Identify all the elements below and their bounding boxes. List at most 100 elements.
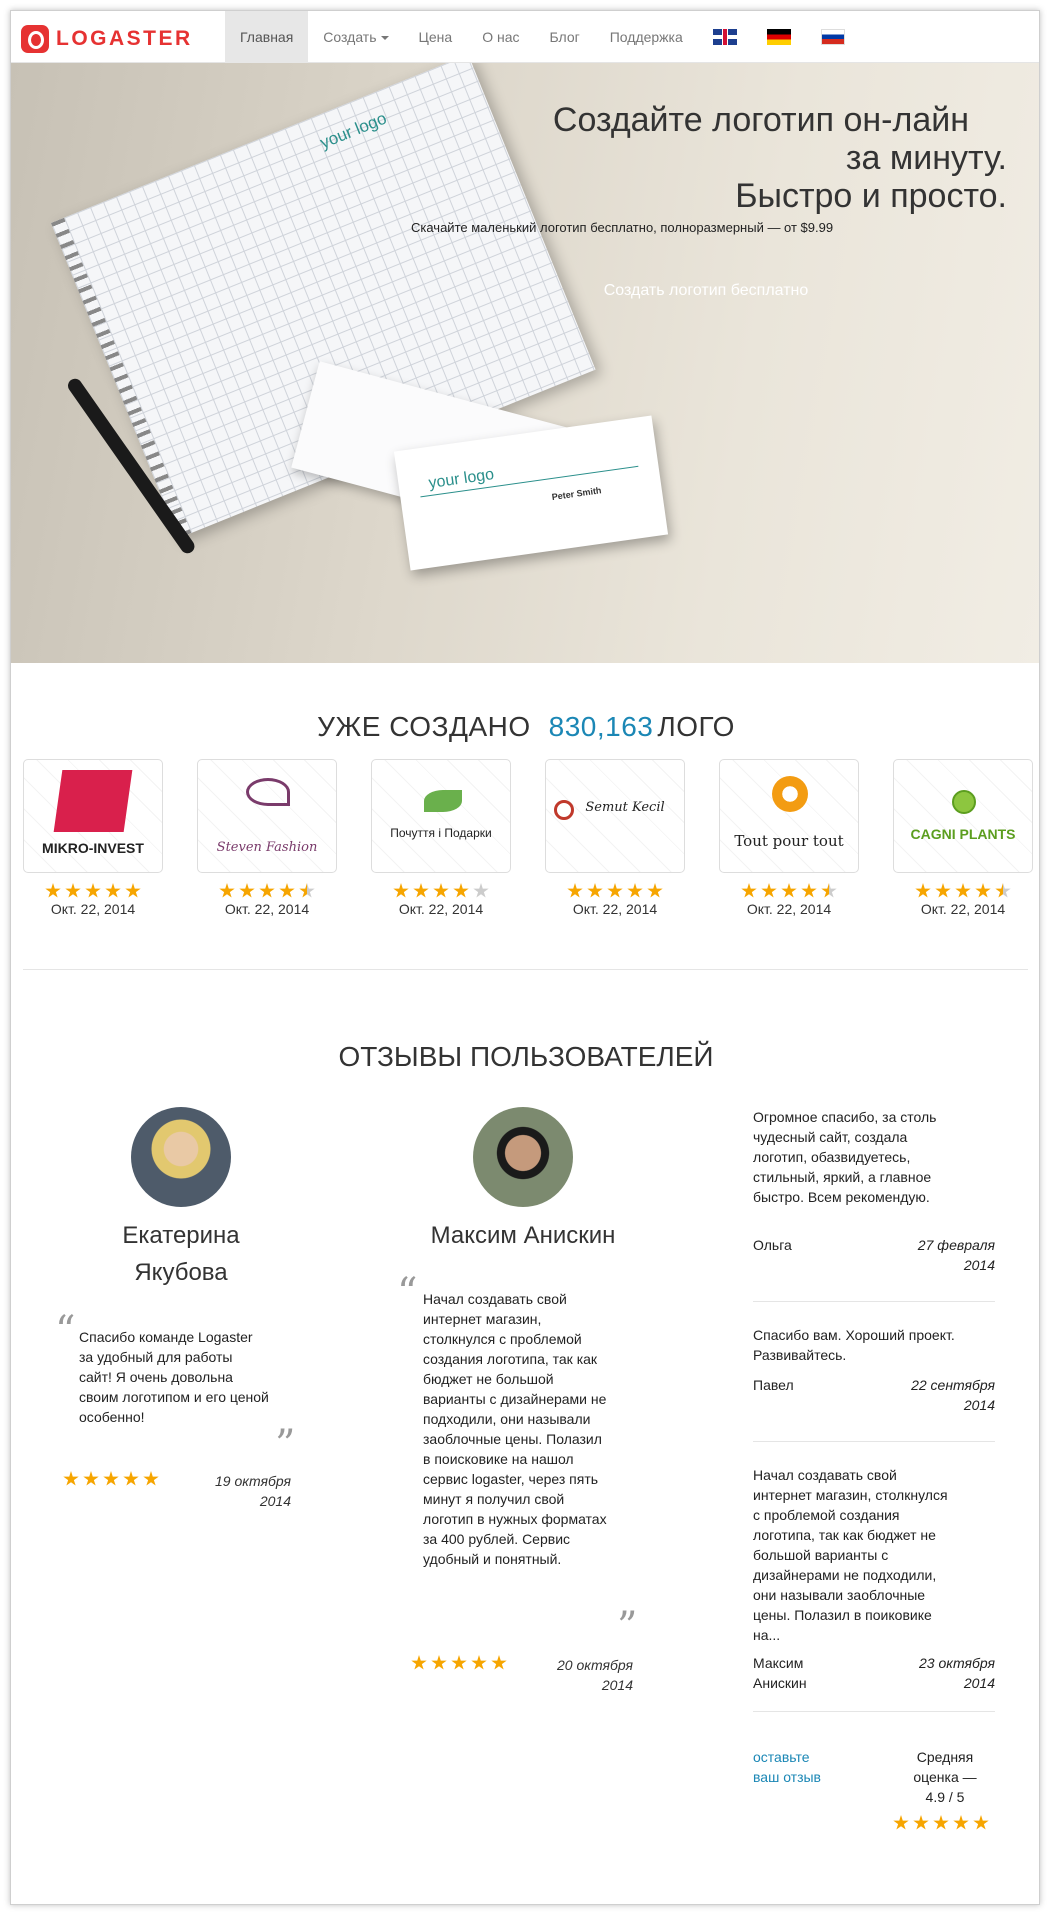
logo-emblem-icon [53,770,133,832]
review-date-line2: 2014 [601,1677,633,1693]
star-icon [471,1655,487,1670]
star-icon [567,883,583,898]
logo-date: Окт. 22, 2014 [572,901,658,917]
leaf-emblem-icon [424,790,462,812]
created-counter: УЖЕ СОЗДАНО 830,163 ЛОГО [11,711,1039,743]
logo-name: Semut Kecil [585,800,665,815]
flag-ru-icon [820,29,845,45]
logo-date: Окт. 22, 2014 [920,901,1006,917]
logo-mark-icon [21,25,49,53]
logo-card[interactable]: Semut Kecil Окт. 22, 2014 [545,759,685,917]
nav-item-blog[interactable]: Блог [534,11,594,63]
star-icon [935,883,951,898]
reviewer-name-line2: Якубова [134,1259,228,1286]
star-icon [451,1655,467,1670]
review-date: 19 октября 2014 [181,1471,291,1511]
side-review-date-line2: 2014 [963,1397,995,1413]
star-icon [393,883,409,898]
star-icon [413,883,429,898]
star-half-icon [995,883,1011,898]
star-icon [627,883,643,898]
star-half-icon [821,883,837,898]
rating-stars [719,883,859,899]
side-divider [753,1711,995,1712]
side-review: Огромное спасибо, за столь чудесный сайт… [753,1107,995,1273]
rating-stars [197,883,337,899]
star-icon [105,883,121,898]
logo-card[interactable]: MIKRO-INVEST Окт. 22, 2014 [23,759,163,917]
flag-de-icon [766,29,791,45]
logo-thumbnail[interactable]: MIKRO-INVEST [23,759,163,873]
logo-thumbnail[interactable]: CAGNI PLANTS [893,759,1033,873]
average-rating: Средняя оценка — 4.9 / 5 [895,1747,995,1807]
star-icon [741,883,757,898]
lang-en[interactable] [698,11,752,63]
nav-item-price[interactable]: Цена [404,11,468,63]
star-icon [219,883,235,898]
nav-item-home[interactable]: Главная [225,11,309,63]
section-divider [23,969,1028,970]
star-icon [781,883,797,898]
reviewer-name: Максим Анискин [430,1222,616,1249]
review-date-line1: 20 октября [557,1657,633,1673]
nav-item-create[interactable]: Создать [308,11,403,63]
side-review-name-line1: Максим [753,1655,804,1671]
hero-banner: your logo your logo Peter Smith Создайте… [11,63,1039,663]
logo-card[interactable]: Steven Fashion Окт. 22, 2014 [197,759,337,917]
logo-thumbnail[interactable]: Tout pour tout [719,759,859,873]
avatar [131,1107,231,1207]
logo-date: Окт. 22, 2014 [746,901,832,917]
review-date: 20 октября 2014 [523,1655,633,1695]
star-icon [65,883,81,898]
created-prefix: УЖЕ СОЗДАНО [317,711,531,742]
avg-line2: оценка — [913,1769,977,1785]
side-review-date-line2: 2014 [963,1675,995,1691]
notebook-logo-text: your logo [317,108,390,153]
top-navbar: LOGASTER Главная Создать Цена О нас Блог… [11,11,1039,63]
side-divider [753,1301,995,1302]
logo-thumbnail[interactable]: Steven Fashion [197,759,337,873]
star-icon [761,883,777,898]
star-icon [83,1471,99,1486]
star-icon [973,1815,989,1830]
side-review-date: 27 февраля 2014 [918,1235,995,1275]
logo-date: Окт. 22, 2014 [50,901,136,917]
create-logo-button[interactable]: Создать логотип бесплатно [601,282,811,300]
star-icon [975,883,991,898]
star-icon [85,883,101,898]
lang-de[interactable] [752,11,806,63]
leave-review-link[interactable]: оставьте ваш отзыв [753,1747,821,1787]
logo-thumbnail[interactable]: Semut Kecil [545,759,685,873]
side-review-text: Начал создавать свой интернет магазин, с… [753,1467,948,1643]
lang-ru[interactable] [806,11,860,63]
side-review-date-line1: 22 сентября [911,1377,995,1393]
star-icon [123,1471,139,1486]
avg-line1: Средняя [916,1749,974,1765]
star-icon [453,883,469,898]
side-divider [753,1441,995,1442]
logo-card[interactable]: Почуття і Подарки Окт. 22, 2014 [371,759,511,917]
logo-thumbnail[interactable]: Почуття і Подарки [371,759,511,873]
review-rating-stars [63,1471,163,1487]
logo-name: Почуття і Подарки [390,826,492,840]
caret-down-icon [380,36,389,41]
side-review-date-line1: 23 октября [919,1655,995,1671]
logo-card[interactable]: CAGNI PLANTS Окт. 22, 2014 [893,759,1033,917]
leave-review-line2: ваш отзыв [753,1769,821,1785]
star-icon [431,1655,447,1670]
star-icon [801,883,817,898]
logo-date: Окт. 22, 2014 [398,901,484,917]
star-icon [259,883,275,898]
star-icon [411,1655,427,1670]
review-summary: оставьте ваш отзыв Средняя оценка — 4.9 … [753,1747,995,1867]
side-review-name-line2: Анискин [753,1675,807,1691]
logo-card[interactable]: Tout pour tout Окт. 22, 2014 [719,759,859,917]
star-icon [45,883,61,898]
nav-item-about[interactable]: О нас [467,11,534,63]
star-icon [915,883,931,898]
nav-item-support[interactable]: Поддержка [595,11,698,63]
logo-date: Окт. 22, 2014 [224,901,310,917]
reviewer-name: Екатерина Якубова [81,1217,281,1291]
brand-logo[interactable]: LOGASTER [21,25,193,53]
side-review-text: Огромное спасибо, за столь чудесный сайт… [753,1109,937,1205]
